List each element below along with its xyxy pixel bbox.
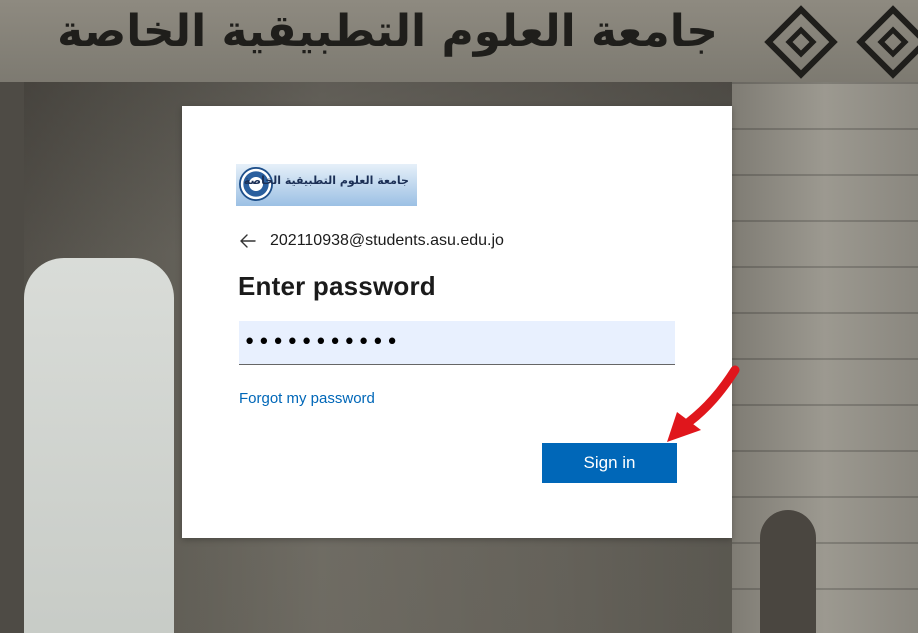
university-logo: جامعة العلوم التطبيقية الخاصة: [236, 164, 417, 206]
forgot-password-link[interactable]: Forgot my password: [239, 390, 375, 407]
arrow-left-icon[interactable]: [240, 230, 262, 252]
background-archway: [24, 258, 174, 633]
background-doorway: [760, 510, 816, 633]
account-identity: 202110938@students.asu.edu.jo: [240, 230, 504, 252]
red-arrow-pointer-icon: [667, 365, 740, 442]
login-card: جامعة العلوم التطبيقية الخاصة 202110938@…: [182, 106, 732, 538]
page-title: Enter password: [238, 271, 436, 301]
background-banner-text: جامعة العلوم التطبيقية الخاصة: [57, 6, 718, 57]
banner-ornament-icon: [764, 5, 838, 79]
account-email: 202110938@students.asu.edu.jo: [270, 232, 504, 249]
logo-text: جامعة العلوم التطبيقية الخاصة: [243, 174, 409, 187]
password-input[interactable]: •••••••••••: [239, 321, 675, 365]
background-banner: جامعة العلوم التطبيقية الخاصة: [0, 0, 918, 82]
banner-ornament-icon: [856, 5, 918, 79]
background-pillar: [0, 82, 24, 633]
